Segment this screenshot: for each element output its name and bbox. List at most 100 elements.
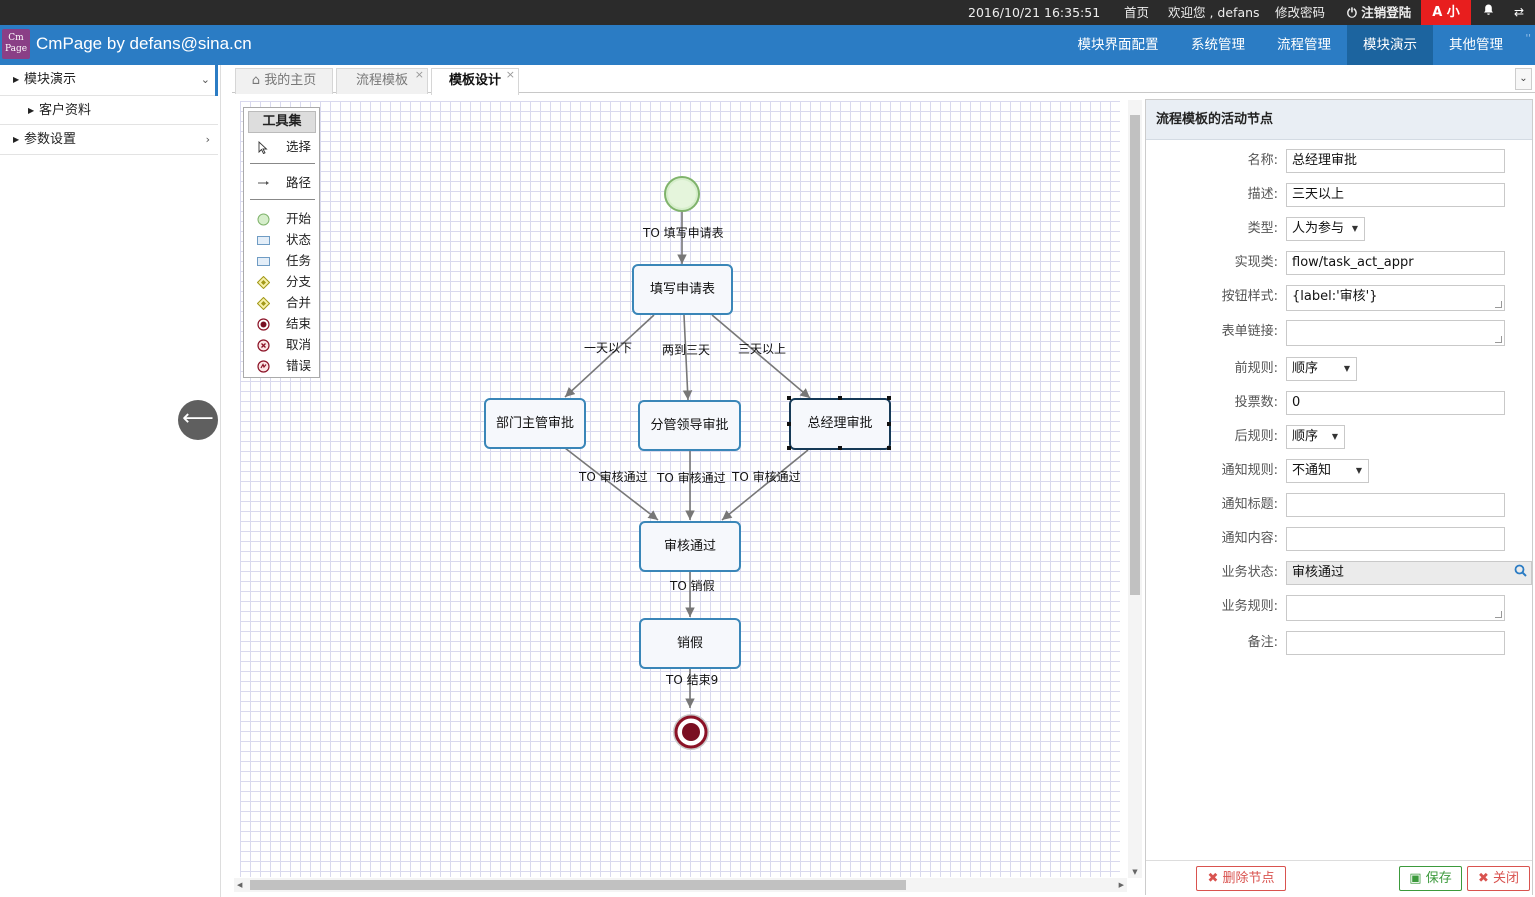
- top-bar: 2016/10/21 16:35:51 首页 欢迎您 , defans 修改密码…: [0, 0, 1535, 25]
- notify-content-input[interactable]: [1286, 527, 1505, 551]
- tool-cancel[interactable]: 取消: [244, 335, 319, 355]
- logout-link[interactable]: ⏻ 注销登陆: [1347, 0, 1411, 25]
- description-input[interactable]: 三天以上: [1286, 183, 1505, 207]
- node-cancel-leave[interactable]: 销假: [639, 618, 741, 669]
- delete-node-button[interactable]: ✖ 删除节点: [1196, 866, 1286, 891]
- pre-rule-select[interactable]: 顺序 ▼: [1286, 357, 1357, 381]
- votes-input[interactable]: 0: [1286, 391, 1505, 415]
- canvas-vertical-scrollbar[interactable]: ▼: [1128, 100, 1142, 878]
- diamond-icon: [257, 276, 270, 289]
- tool-select[interactable]: 选择: [244, 137, 319, 157]
- tab-flow-template[interactable]: 流程模板 ×: [336, 68, 428, 94]
- node-approved[interactable]: 审核通过: [639, 521, 741, 572]
- home-icon: ⌂: [251, 73, 261, 88]
- field-button-style-row: 按钮样式: {label:'审核'}: [1146, 285, 1532, 311]
- edge-label-less-than-one-day[interactable]: 一天以下: [584, 339, 632, 356]
- scroll-right-arrow-icon[interactable]: ▶: [1119, 878, 1124, 892]
- cancel-circle-icon: [257, 339, 270, 352]
- search-icon[interactable]: [1511, 564, 1529, 582]
- nav-module-demo[interactable]: 模块演示: [1347, 25, 1433, 65]
- tool-state[interactable]: 状态: [244, 230, 319, 250]
- canvas-horizontal-scrollbar[interactable]: ◀ ▶: [234, 878, 1127, 892]
- button-style-textarea[interactable]: {label:'审核'}: [1286, 285, 1505, 311]
- resize-handle[interactable]: [887, 422, 891, 426]
- change-password-link[interactable]: 修改密码: [1275, 0, 1325, 25]
- sidebar-item-customer-info[interactable]: ▶ 客户资料: [0, 96, 218, 125]
- node-deputy-leader[interactable]: 分管领导审批: [638, 400, 741, 451]
- design-canvas[interactable]: 填写申请表 部门主管审批 分管领导审批 总经理审批 审核通过 销假 TO 填写申…: [240, 101, 1120, 877]
- x-icon: ✖: [1207, 871, 1219, 886]
- toolbox-title: 工具集: [248, 111, 316, 133]
- notify-title-input[interactable]: [1286, 493, 1505, 517]
- nav-flow-admin[interactable]: 流程管理: [1262, 25, 1346, 65]
- field-notify-title-row: 通知标题:: [1146, 493, 1532, 517]
- biz-status-input[interactable]: 审核通过: [1286, 561, 1532, 585]
- edge-label-more-than-three-days[interactable]: 三天以上: [738, 340, 786, 357]
- field-name-row: 名称: 总经理审批: [1146, 149, 1532, 173]
- sidebar-item-param-settings[interactable]: ▶ 参数设置 ›: [0, 125, 218, 155]
- tab-my-home[interactable]: ⌂ 我的主页: [235, 68, 333, 94]
- tab-template-design[interactable]: 模板设计 ×: [431, 68, 519, 95]
- tool-path[interactable]: 路径: [244, 173, 319, 193]
- edge-label-approve-3[interactable]: TO 审核通过: [732, 468, 801, 485]
- sidebar-item-module-demo[interactable]: ▶ 模块演示 ⌄: [0, 65, 218, 96]
- resize-handle[interactable]: [887, 446, 891, 450]
- font-size-toggle[interactable]: A 小: [1421, 0, 1471, 25]
- edge-label-two-to-three-days[interactable]: 两到三天: [662, 341, 710, 358]
- nav-system-admin[interactable]: 系统管理: [1175, 25, 1261, 65]
- collapse-sidebar-button[interactable]: ⟵: [178, 400, 218, 440]
- nav-other-admin[interactable]: 其他管理: [1434, 25, 1518, 65]
- type-select[interactable]: 人为参与 ▼: [1286, 217, 1365, 241]
- tool-fork[interactable]: 分支: [244, 272, 319, 292]
- node-dept-manager[interactable]: 部门主管审批: [484, 398, 586, 449]
- form-link-textarea[interactable]: [1286, 320, 1505, 346]
- scroll-down-arrow-icon[interactable]: ▼: [1128, 868, 1142, 876]
- post-rule-select[interactable]: 顺序 ▼: [1286, 425, 1345, 449]
- close-button[interactable]: ✖ 关闭: [1467, 866, 1530, 891]
- cursor-icon: [258, 141, 268, 154]
- impl-class-input[interactable]: flow/task_act_appr: [1286, 251, 1505, 275]
- sidebar: ▶ 模块演示 ⌄ ▶ 客户资料 ▶ 参数设置 ›: [0, 65, 221, 897]
- edge-gm-to-approved: [721, 449, 809, 521]
- toolbox: 工具集 选择 路径 开始 状态 任务 分支 合并 结束 取消 错误: [243, 107, 320, 378]
- nav-module-ui-config[interactable]: 模块界面配置: [1063, 25, 1173, 65]
- close-icon[interactable]: ×: [415, 63, 424, 87]
- tool-join[interactable]: 合并: [244, 293, 319, 313]
- home-link[interactable]: 首页: [1124, 0, 1149, 25]
- tool-task[interactable]: 任务: [244, 251, 319, 271]
- biz-rule-textarea[interactable]: [1286, 595, 1505, 621]
- notify-rule-select[interactable]: 不通知 ▼: [1286, 459, 1369, 483]
- field-form-link-row: 表单链接:: [1146, 320, 1532, 346]
- scroll-left-arrow-icon[interactable]: ◀: [237, 878, 242, 892]
- node-general-manager[interactable]: 总经理审批: [787, 396, 891, 450]
- resize-handle[interactable]: [838, 446, 842, 450]
- swap-icon[interactable]: ⇄: [1503, 0, 1535, 25]
- save-button[interactable]: ▣ 保存: [1399, 866, 1462, 891]
- node-fill-form[interactable]: 填写申请表: [632, 264, 733, 315]
- edge-label-to-cancel-leave[interactable]: TO 销假: [670, 577, 715, 594]
- edge-label-to-end[interactable]: TO 结束9: [666, 671, 718, 688]
- name-input[interactable]: 总经理审批: [1286, 149, 1505, 173]
- tab-menu-button[interactable]: ⌄: [1515, 68, 1532, 90]
- chevron-down-icon: ⌄: [200, 73, 210, 86]
- bell-icon[interactable]: [1472, 0, 1504, 25]
- close-icon[interactable]: ×: [506, 63, 515, 87]
- remark-input[interactable]: [1286, 631, 1505, 655]
- field-description-row: 描述: 三天以上: [1146, 183, 1532, 207]
- scroll-thumb[interactable]: [250, 880, 906, 890]
- caret-down-icon: ▼: [1351, 224, 1358, 233]
- scroll-thumb[interactable]: [1130, 115, 1140, 595]
- tool-end[interactable]: 结束: [244, 314, 319, 334]
- resize-handle[interactable]: [887, 396, 891, 400]
- edge-label-approve-2[interactable]: TO 审核通过: [657, 469, 726, 486]
- tool-error[interactable]: 错误: [244, 356, 319, 376]
- resize-handle[interactable]: [787, 422, 791, 426]
- resize-handle[interactable]: [838, 396, 842, 400]
- resize-handle[interactable]: [787, 446, 791, 450]
- resize-handle[interactable]: [787, 396, 791, 400]
- edge-label-approve-1[interactable]: TO 审核通过: [579, 468, 648, 485]
- edge-label-to-fill-form[interactable]: TO 填写申请表: [643, 224, 724, 241]
- tool-start[interactable]: 开始: [244, 209, 319, 229]
- error-circle-icon: [257, 360, 270, 373]
- end-node: [673, 714, 709, 750]
